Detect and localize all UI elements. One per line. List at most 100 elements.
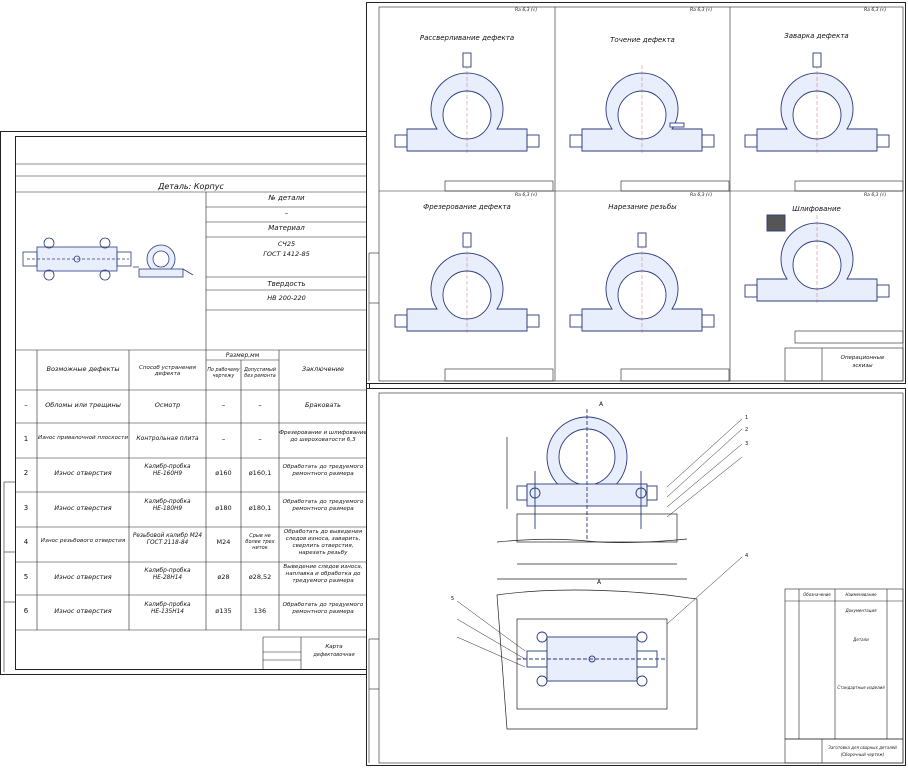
callout-3: 3 bbox=[745, 441, 749, 447]
ra-mark: Ra 6,3 (√) bbox=[864, 193, 887, 198]
op-title-welding: Заварка дефекта bbox=[784, 32, 849, 40]
row-defect: Износ отверстия bbox=[54, 469, 112, 477]
row-drawing: ø135 bbox=[215, 607, 232, 615]
col-defects-header: Возможные дефекты bbox=[46, 365, 120, 373]
row-conclusion: Обработать до тредуемого ремонтного разм… bbox=[282, 464, 364, 477]
left-boss bbox=[569, 314, 583, 328]
left-boss bbox=[394, 314, 408, 328]
housing-sketch bbox=[744, 214, 890, 305]
row-drawing: – bbox=[221, 401, 226, 409]
defect-card-sheet: Деталь: Корпус № детали – Материал СЧ25 … bbox=[0, 131, 370, 675]
row-defect: Износ отверстия bbox=[54, 504, 112, 512]
col-allow-header: Допустимый без ремонта bbox=[244, 368, 276, 379]
row-allowed: – bbox=[258, 435, 262, 443]
row-allowed: ø28,52 bbox=[248, 573, 272, 581]
row-drawing: ø28 bbox=[217, 573, 230, 581]
right-boss bbox=[701, 134, 715, 148]
left-boss bbox=[394, 134, 408, 148]
left-boss bbox=[744, 284, 758, 298]
row-number: 1 bbox=[23, 435, 29, 443]
left-boss bbox=[744, 134, 758, 148]
right-boss bbox=[701, 314, 715, 328]
row-conclusion: Браковать bbox=[305, 401, 341, 409]
tool bbox=[462, 52, 472, 68]
ra-mark: Ra 6,3 (√) bbox=[864, 8, 887, 13]
material-label: Материал bbox=[268, 224, 305, 232]
section-label-a: А bbox=[599, 401, 604, 408]
row-method: Контрольная плита bbox=[136, 435, 199, 442]
row-number: 2 bbox=[23, 469, 29, 477]
row-allowed: ø160,1 bbox=[248, 469, 272, 477]
row-conclusion: Обработать до тредуемого ремонтного разм… bbox=[282, 499, 364, 512]
row-method: Осмотр bbox=[154, 401, 181, 409]
spec-section-parts: Детали bbox=[853, 637, 869, 642]
row-conclusion: Обработать до выведения следов износа, з… bbox=[283, 529, 363, 556]
op-title-milling: Фрезерование дефекта bbox=[423, 203, 511, 211]
ops-grid bbox=[368, 6, 904, 382]
hardness-value: НВ 200-220 bbox=[267, 294, 306, 302]
row-allowed: 136 bbox=[253, 607, 267, 615]
row-number: – bbox=[24, 401, 28, 409]
assembly-sheet: А А 1 2 3 4 5 Обозначение Наименование Д… bbox=[366, 388, 906, 766]
housing-sketch bbox=[569, 232, 715, 335]
op-title-threading: Нарезание резьбы bbox=[608, 203, 677, 211]
spec-header-designation: Обозначение bbox=[803, 592, 831, 597]
tool bbox=[669, 122, 685, 128]
op-title-turning: Точение дефекта bbox=[610, 36, 675, 44]
row-drawing: – bbox=[221, 435, 226, 443]
hardness-label: Твердость bbox=[267, 280, 306, 288]
right-boss bbox=[526, 134, 540, 148]
callout-2: 2 bbox=[745, 427, 749, 433]
housing-sketch bbox=[744, 52, 890, 155]
col-size-header: Размер,мм bbox=[225, 352, 260, 359]
spec-section-docs: Документация bbox=[845, 608, 877, 613]
assembly-drawing bbox=[368, 392, 904, 764]
row-number: 6 bbox=[23, 607, 29, 615]
col-method-header: Способ устранения дефекта bbox=[138, 365, 197, 377]
row-conclusion: Фрезерование и шлифование до шероховатос… bbox=[279, 430, 367, 443]
row-number: 4 bbox=[23, 538, 29, 546]
row-allowed: ø180,1 bbox=[248, 504, 272, 512]
row-drawing: ø160 bbox=[215, 469, 232, 477]
row-method: Калибр-пробка НЕ-135Н14 bbox=[144, 602, 191, 615]
row-defect: Износ привалочной плоскости bbox=[38, 435, 128, 441]
housing-sketch bbox=[394, 52, 540, 155]
left-boss bbox=[569, 134, 583, 148]
row-conclusion: Обработать до тредуемого ремонтного разм… bbox=[282, 602, 364, 615]
row-number: 3 bbox=[23, 504, 29, 512]
card-stamp-title-1: Карта bbox=[325, 644, 343, 650]
part-no-label: № детали bbox=[268, 194, 305, 202]
ops-stamp-title-1: Операционные bbox=[840, 355, 885, 361]
ops-stamp-title-2: эскизы bbox=[852, 363, 873, 369]
part-no-value: – bbox=[284, 209, 289, 217]
material-value-1: СЧ25 bbox=[277, 240, 296, 248]
row-defect: Износ отверстия bbox=[54, 573, 112, 581]
assembly-stamp-title-1: Заготовка для сварных деталей bbox=[828, 745, 897, 750]
row-allowed: – bbox=[258, 401, 262, 409]
row-number: 5 bbox=[23, 573, 29, 581]
row-conclusion: Выведение следов износа, наплавка и обра… bbox=[283, 564, 363, 584]
view-label-a: А bbox=[597, 579, 602, 586]
ra-mark: Ra 6,3 (√) bbox=[690, 8, 713, 13]
tool bbox=[812, 52, 822, 68]
spec-section-std: Стандартные изделия bbox=[837, 685, 885, 690]
ra-mark: Ra 6,3 (√) bbox=[515, 193, 538, 198]
callout-5: 5 bbox=[451, 596, 455, 602]
tool bbox=[637, 232, 647, 248]
op-title-drilling: Рассверливание дефекта bbox=[419, 34, 515, 42]
right-boss bbox=[526, 314, 540, 328]
spec-header-name: Наименование bbox=[845, 592, 877, 597]
row-method: Калибр-пробка НЕ-28Н14 bbox=[144, 568, 191, 581]
material-value-2: ГОСТ 1412-85 bbox=[263, 250, 310, 258]
housing-sketch bbox=[394, 232, 540, 335]
row-drawing: М24 bbox=[216, 538, 231, 546]
right-boss bbox=[876, 134, 890, 148]
row-defect: Обломы или трещины bbox=[45, 401, 121, 409]
row-method: Калибр-пробка НЕ-180Н9 bbox=[144, 499, 191, 512]
row-defect: Износ резьбового отверстия bbox=[40, 538, 126, 544]
callout-4: 4 bbox=[745, 553, 749, 559]
col-concl-header: Заключение bbox=[301, 365, 344, 373]
ra-mark: Ra 6,3 (√) bbox=[515, 8, 538, 13]
right-boss bbox=[876, 284, 890, 298]
assembly-stamp-title-2: (Сборочный чертеж) bbox=[840, 752, 885, 757]
